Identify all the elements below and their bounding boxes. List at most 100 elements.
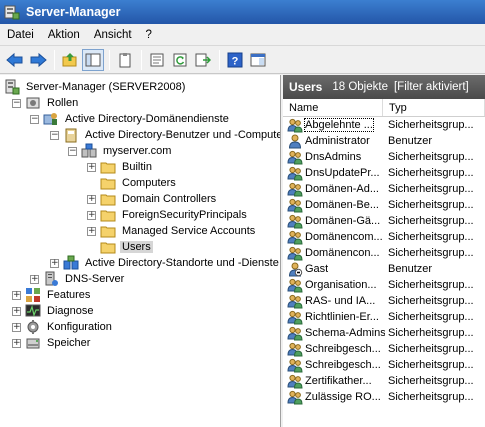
- list-item[interactable]: Organisation... Sicherheitsgrup...: [283, 277, 485, 293]
- expand-toggle[interactable]: +: [87, 226, 96, 236]
- toolbar-separator: [141, 49, 142, 70]
- list-item[interactable]: Zertifikather... Sicherheitsgrup...: [283, 373, 485, 389]
- name-cell: Domänen-Ad...: [283, 181, 385, 197]
- list-item[interactable]: Richtlinien-Er... Sicherheitsgrup...: [283, 309, 485, 325]
- name-cell: Zertifikather...: [283, 373, 385, 389]
- expand-toggle[interactable]: +: [12, 290, 21, 300]
- tree-node-foreign-security-principals[interactable]: + ForeignSecurityPrincipals: [87, 207, 249, 223]
- tree-node-diagnose[interactable]: + Diagnose: [12, 303, 95, 319]
- back-button[interactable]: [4, 49, 26, 71]
- clipboard-button[interactable]: [114, 49, 136, 71]
- collapse-toggle[interactable]: −: [30, 114, 39, 124]
- refresh-icon: [173, 53, 187, 66]
- export-button[interactable]: [192, 49, 214, 71]
- collapse-toggle[interactable]: −: [68, 146, 77, 156]
- tree-node-managed-service-accounts[interactable]: + Managed Service Accounts: [87, 223, 257, 239]
- item-name: Administrator: [305, 135, 370, 147]
- list-item[interactable]: Domänen-Be... Sicherheitsgrup...: [283, 197, 485, 213]
- tree-node-ad-ds[interactable]: − Active Directory-Domänendienste: [30, 111, 231, 127]
- tree-node-features[interactable]: + Features: [12, 287, 92, 303]
- expand-toggle[interactable]: +: [87, 194, 96, 204]
- window-title: Server-Manager: [26, 5, 121, 19]
- collapse-toggle[interactable]: −: [12, 98, 21, 108]
- list-item[interactable]: Schema-Admins Sicherheitsgrup...: [283, 325, 485, 341]
- title-bar[interactable]: Server-Manager: [0, 0, 485, 24]
- tree-node-users[interactable]: Users: [100, 239, 153, 255]
- list-item[interactable]: RAS- und IA... Sicherheitsgrup...: [283, 293, 485, 309]
- expand-toggle[interactable]: +: [50, 258, 59, 268]
- refresh-button[interactable]: [169, 49, 191, 71]
- list-item[interactable]: Schreibgesch... Sicherheitsgrup...: [283, 357, 485, 373]
- tree-label-ad-ds: Active Directory-Domänendienste: [65, 113, 229, 125]
- tree-node-root[interactable]: Server-Manager (SERVER2008): [4, 79, 187, 95]
- tree-node-rollen[interactable]: − Rollen: [12, 95, 80, 111]
- tree-node-speicher[interactable]: + Speicher: [12, 335, 92, 351]
- export-icon: [195, 53, 211, 66]
- list-item[interactable]: Zulässige RO... Sicherheitsgrup...: [283, 389, 485, 405]
- properties-button[interactable]: [146, 49, 168, 71]
- menu-ansicht[interactable]: Ansicht: [87, 25, 139, 45]
- clipboard-icon: [119, 52, 131, 67]
- folder-icon: [100, 194, 116, 206]
- tree-node-computers[interactable]: Computers: [100, 175, 178, 191]
- expand-toggle[interactable]: +: [12, 322, 21, 332]
- item-type: Sicherheitsgrup...: [388, 183, 474, 195]
- list-item[interactable]: Gast Benutzer: [283, 261, 485, 277]
- item-type: Sicherheitsgrup...: [388, 215, 474, 227]
- show-tree-button[interactable]: [82, 48, 104, 71]
- expand-toggle[interactable]: +: [12, 338, 21, 348]
- tree-label-builtin: Builtin: [122, 161, 152, 173]
- forward-icon: [30, 52, 47, 67]
- filter-status: [Filter aktiviert]: [393, 81, 469, 93]
- forward-button[interactable]: [27, 49, 49, 71]
- expand-toggle[interactable]: +: [12, 306, 21, 316]
- expand-toggle[interactable]: +: [87, 162, 96, 172]
- list-item[interactable]: Domänen-Gä... Sicherheitsgrup...: [283, 213, 485, 229]
- group-icon: [287, 214, 303, 229]
- column-header-name[interactable]: Name: [283, 99, 383, 116]
- item-type: Sicherheitsgrup...: [388, 231, 474, 243]
- tree-node-domain-controllers[interactable]: + Domain Controllers: [87, 191, 218, 207]
- list-item[interactable]: Abgelehnte ... Sicherheitsgrup...: [283, 117, 485, 133]
- folder-icon: [100, 242, 116, 254]
- domain-icon: [81, 143, 97, 158]
- list-item[interactable]: Administrator Benutzer: [283, 133, 485, 149]
- item-type: Sicherheitsgrup...: [388, 279, 474, 291]
- menu-bar: Datei Aktion Ansicht ?: [0, 24, 485, 46]
- list-item[interactable]: Schreibgesch... Sicherheitsgrup...: [283, 341, 485, 357]
- tree-node-dns-server[interactable]: + DNS-Server: [30, 271, 126, 287]
- collapse-toggle[interactable]: −: [50, 130, 59, 140]
- storage-icon: [26, 338, 40, 349]
- help-button[interactable]: ?: [224, 49, 246, 71]
- item-name: RAS- und IA...: [305, 295, 376, 307]
- ad-sites-services-icon: [63, 255, 79, 270]
- tree-node-ad-sites-services[interactable]: + Active Directory-Standorte und -Dienst…: [50, 255, 280, 271]
- item-type: Sicherheitsgrup...: [388, 247, 474, 259]
- list-item[interactable]: Domänencom... Sicherheitsgrup...: [283, 229, 485, 245]
- server-manager-icon: [4, 5, 20, 20]
- group-icon: [287, 326, 303, 341]
- tree-node-domain[interactable]: − myserver.com: [68, 143, 173, 159]
- column-header-type[interactable]: Typ: [383, 99, 485, 116]
- console-button[interactable]: [247, 49, 269, 71]
- group-icon: [287, 374, 303, 389]
- tree-node-builtin[interactable]: + Builtin: [87, 159, 154, 175]
- up-folder-button[interactable]: [59, 49, 81, 71]
- list-item[interactable]: DnsUpdatePr... Sicherheitsgrup...: [283, 165, 485, 181]
- name-cell: Administrator: [283, 133, 385, 149]
- expand-toggle[interactable]: +: [87, 210, 96, 220]
- menu-datei[interactable]: Datei: [0, 25, 41, 45]
- name-cell: Domänen-Be...: [283, 197, 385, 213]
- tree-label-ad-sites-services: Active Directory-Standorte und -Dienste: [85, 257, 279, 269]
- console-tree: Server-Manager (SERVER2008) − Rollen − A…: [0, 75, 281, 427]
- menu-help[interactable]: ?: [139, 25, 159, 45]
- list-item[interactable]: DnsAdmins Sicherheitsgrup...: [283, 149, 485, 165]
- tree-node-ad-users-computers[interactable]: − Active Directory-Benutzer und -Compute: [50, 127, 280, 143]
- menu-aktion[interactable]: Aktion: [41, 25, 87, 45]
- svg-text:?: ?: [232, 55, 239, 67]
- list-item[interactable]: Domänen-Ad... Sicherheitsgrup...: [283, 181, 485, 197]
- group-icon: [287, 230, 303, 245]
- tree-node-konfiguration[interactable]: + Konfiguration: [12, 319, 114, 335]
- expand-toggle[interactable]: +: [30, 274, 39, 284]
- list-item[interactable]: Domänencon... Sicherheitsgrup...: [283, 245, 485, 261]
